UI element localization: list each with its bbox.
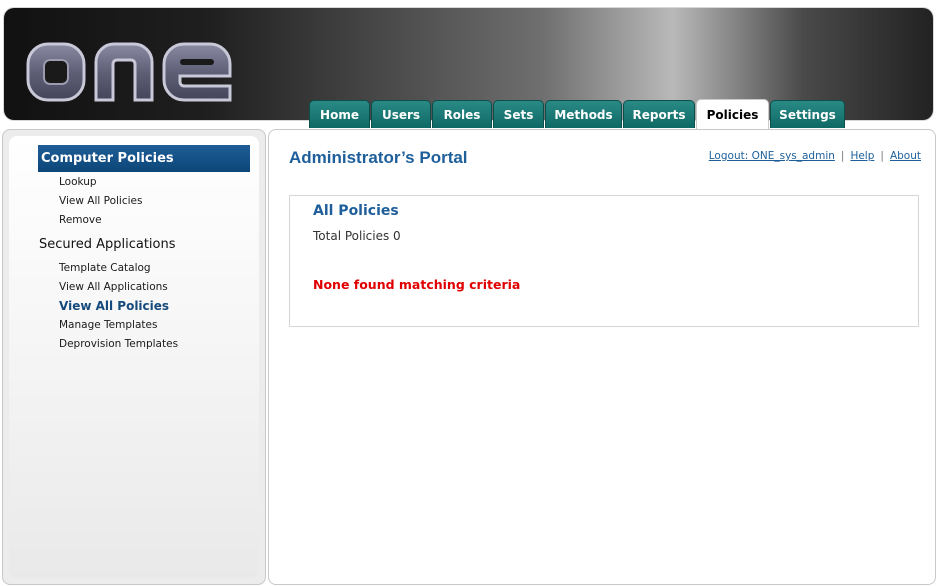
results-box: All Policies Total Policies 0 None found… [289, 195, 919, 327]
tab-settings[interactable]: Settings [770, 100, 845, 128]
logout-link[interactable]: Logout: ONE_sys_admin [709, 150, 835, 162]
results-title: All Policies [313, 203, 399, 219]
sidebar-item-remove[interactable]: Remove [59, 214, 102, 226]
sidebar-section-computer-policies[interactable]: Computer Policies [38, 145, 250, 172]
tab-users[interactable]: Users [371, 100, 431, 128]
main-tabs: Home Users Roles Sets Methods Reports Po… [309, 99, 846, 129]
sidebar-item-view-all-policies[interactable]: View All Policies [59, 195, 142, 207]
sidebar-item-view-all-policies-current[interactable]: View All Policies [59, 299, 169, 313]
tab-methods[interactable]: Methods [545, 100, 622, 128]
sidebar-item-deprovision-templates[interactable]: Deprovision Templates [59, 338, 178, 350]
header-links: Logout: ONE_sys_admin | Help | About [709, 150, 921, 162]
sidebar-item-template-catalog[interactable]: Template Catalog [59, 262, 151, 274]
sidebar-group-secured-applications[interactable]: Secured Applications [39, 237, 176, 252]
tab-sets[interactable]: Sets [493, 100, 544, 128]
tab-policies[interactable]: Policies [696, 99, 769, 129]
tab-roles[interactable]: Roles [432, 100, 492, 128]
results-count: Total Policies 0 [313, 229, 401, 243]
sidebar: Computer Policies Lookup View All Polici… [2, 129, 266, 585]
page-title: Administrator’s Portal [289, 148, 468, 167]
sidebar-item-view-all-applications[interactable]: View All Applications [59, 281, 168, 293]
tab-home[interactable]: Home [309, 100, 370, 128]
about-link[interactable]: About [890, 150, 921, 162]
sidebar-item-manage-templates[interactable]: Manage Templates [59, 319, 157, 331]
help-link[interactable]: Help [850, 150, 874, 162]
main-panel: Administrator’s Portal Logout: ONE_sys_a… [268, 129, 936, 585]
link-separator: | [840, 150, 845, 162]
no-results-message: None found matching criteria [313, 277, 521, 292]
one-logo [26, 42, 232, 102]
tab-reports[interactable]: Reports [623, 100, 695, 128]
sidebar-item-lookup[interactable]: Lookup [59, 176, 97, 188]
link-separator: | [880, 150, 884, 162]
